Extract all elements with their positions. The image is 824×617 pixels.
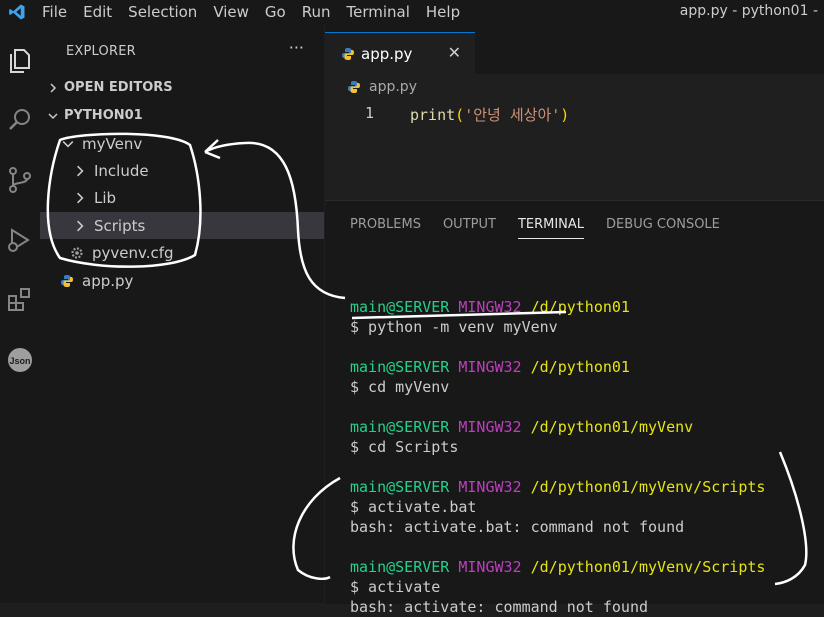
panel-tabs: PROBLEMS OUTPUT TERMINAL DEBUG CONSOLE	[350, 217, 742, 239]
source-control-icon[interactable]	[0, 160, 40, 200]
tab-debug-console[interactable]: DEBUG CONSOLE	[606, 217, 720, 239]
terminal-error: bash: activate: command not found	[350, 598, 649, 616]
json-icon[interactable]: Json	[0, 340, 40, 380]
breadcrumb-file: app.py	[369, 79, 417, 95]
open-editors-section[interactable]: OPEN EDITORS	[48, 80, 173, 95]
svg-text:Json: Json	[9, 356, 30, 366]
terminal-blank	[350, 397, 765, 417]
terminal-prompt: main@SERVER MINGW32 /d/python01/myVenv	[350, 418, 694, 436]
tree-item-pyvenv-cfg[interactable]: pyvenv.cfg	[40, 239, 324, 266]
window-title: app.py - python01 -	[679, 3, 818, 19]
extensions-icon[interactable]	[0, 280, 40, 320]
editor-area: app.py ✕ app.py 1 print('안녕 세상아') PROBLE…	[325, 24, 824, 616]
explorer-header: EXPLORER	[66, 44, 136, 59]
tab-label: app.py	[361, 45, 413, 63]
tab-app-py[interactable]: app.py ✕	[325, 32, 475, 75]
terminal-command: $ cd Scripts	[350, 438, 459, 456]
terminal-error: bash: activate.bat: command not found	[350, 518, 685, 536]
tree-item-app-py[interactable]: app.py	[40, 267, 324, 294]
code-string: '안녕 세상아'	[464, 106, 561, 124]
terminal-prompt: main@SERVER MINGW32 /d/python01	[350, 358, 630, 376]
code-function: print	[410, 106, 456, 124]
chevron-right-icon	[50, 82, 57, 93]
code-text: print('안녕 세상아')	[410, 104, 569, 125]
tree-item-label: Include	[94, 161, 149, 180]
bottom-panel: PROBLEMS OUTPUT TERMINAL DEBUG CONSOLE m…	[325, 200, 824, 616]
run-debug-icon[interactable]	[0, 220, 40, 260]
close-icon[interactable]: ✕	[448, 43, 461, 62]
code-paren-open: (	[455, 106, 465, 124]
breadcrumb[interactable]: app.py	[347, 79, 417, 95]
terminal-prompt: main@SERVER MINGW32 /d/python01/myVenv/S…	[350, 478, 766, 496]
search-icon[interactable]	[0, 100, 40, 140]
explorer-sidebar: EXPLORER ··· OPEN EDITORS PYTHON01 myVen…	[40, 24, 324, 603]
menu-run[interactable]: Run	[294, 3, 339, 21]
tab-terminal[interactable]: TERMINAL	[517, 217, 585, 239]
more-actions-button[interactable]: ···	[289, 38, 304, 57]
tree-item-label: app.py	[82, 271, 134, 290]
activity-bar: Json	[0, 24, 41, 603]
menu-edit[interactable]: Edit	[75, 3, 120, 21]
terminal-blank	[350, 337, 765, 357]
terminal-command: $ cd myVenv	[350, 378, 450, 396]
tree-item-label: myVenv	[82, 134, 143, 153]
line-number: 1	[365, 104, 375, 122]
chevron-right-icon	[77, 220, 84, 231]
terminal-prompt: main@SERVER MINGW32 /d/python01	[350, 298, 630, 316]
chevron-down-icon	[62, 140, 74, 148]
chevron-down-icon	[48, 112, 58, 119]
terminal-output[interactable]: main@SERVER MINGW32 /d/python01 $ python …	[350, 297, 765, 617]
python-file-icon	[61, 274, 73, 287]
gear-icon	[71, 246, 83, 259]
menu-selection[interactable]: Selection	[120, 3, 205, 21]
tree-item-label: Scripts	[94, 216, 146, 235]
terminal-command: $ python -m venv myVenv	[350, 318, 558, 336]
terminal-prompt: main@SERVER MINGW32 /d/python01/myVenv/S…	[350, 558, 766, 576]
python-file-icon	[348, 81, 360, 93]
code-paren-close: )	[560, 106, 570, 124]
menu-terminal[interactable]: Terminal	[339, 3, 418, 21]
tree-item-scripts[interactable]: Scripts	[40, 212, 324, 239]
menu-help[interactable]: Help	[418, 3, 468, 21]
tree-item-lib[interactable]: Lib	[40, 184, 324, 211]
terminal-command: $ activate	[350, 578, 441, 596]
python-file-icon	[342, 48, 354, 60]
menu-bar: File Edit Selection View Go Run Terminal…	[0, 0, 824, 24]
tree-item-label: pyvenv.cfg	[92, 243, 174, 262]
tab-output[interactable]: OUTPUT	[443, 217, 496, 239]
workspace-section[interactable]: PYTHON01	[48, 108, 143, 123]
vscode-logo-icon	[0, 3, 34, 21]
menu-go[interactable]: Go	[257, 3, 294, 21]
open-editors-label: OPEN EDITORS	[64, 80, 173, 95]
menu-file[interactable]: File	[34, 3, 75, 21]
files-icon[interactable]	[0, 40, 40, 80]
menu-view[interactable]: View	[205, 3, 257, 21]
tree-item-include[interactable]: Include	[40, 157, 324, 184]
tree-item-label: Lib	[94, 188, 117, 207]
chevron-right-icon	[77, 192, 84, 203]
chevron-right-icon	[77, 165, 84, 176]
editor-tabs: app.py ✕	[325, 24, 824, 75]
terminal-command: $ activate.bat	[350, 498, 477, 516]
terminal-blank	[350, 457, 765, 477]
tree-item-myvenv[interactable]: myVenv	[40, 130, 324, 157]
tab-problems[interactable]: PROBLEMS	[350, 217, 421, 239]
workspace-label: PYTHON01	[64, 108, 143, 123]
terminal-blank	[350, 537, 765, 557]
